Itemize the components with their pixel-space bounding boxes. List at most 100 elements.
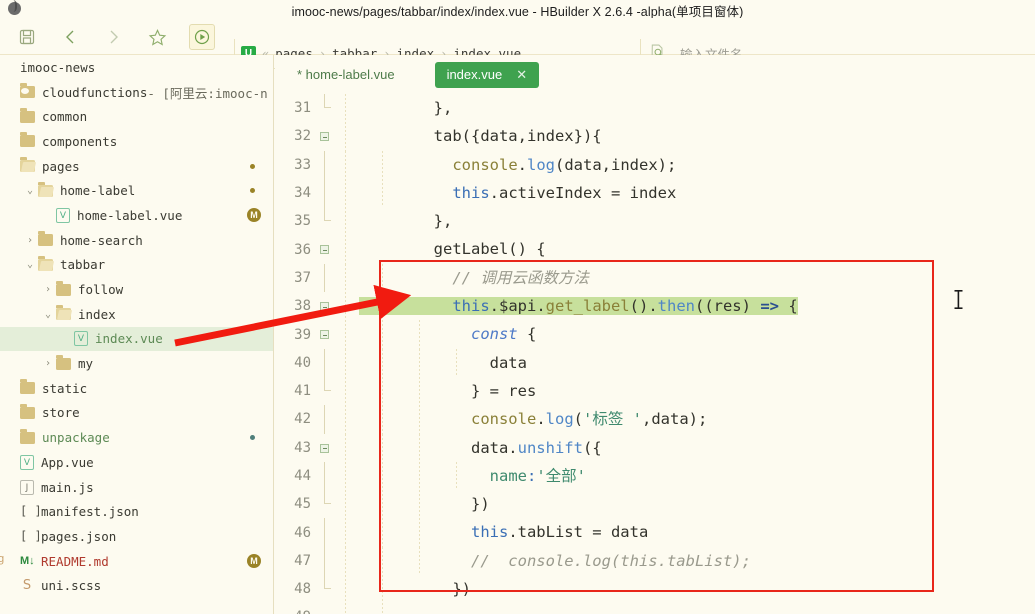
code-text[interactable]: console.log('标签 ',data); (337, 405, 1035, 433)
code-text[interactable]: data (337, 349, 1035, 377)
editor-tab-strip[interactable]: * home-label.vue index.vue ✕ (275, 55, 1035, 94)
hbuilderx-window: imooc-news/pages/tabbar/index/index.vue … (0, 0, 1035, 614)
code-line[interactable]: 35 }, (275, 207, 1035, 236)
chevron-right-icon[interactable]: › (22, 235, 38, 246)
code-text[interactable]: // 调用云函数方法 (337, 264, 1035, 292)
tree-item-home-label-vue[interactable]: Vhome-label.vue M (0, 203, 273, 228)
tab-home-label-vue[interactable]: * home-label.vue (297, 67, 395, 82)
tree-item-follow[interactable]: › follow (0, 277, 273, 302)
code-line[interactable]: 44 name:'全部' (275, 461, 1035, 491)
code-text[interactable]: getLabel() { (337, 235, 1035, 263)
tree-item-store[interactable]: store (0, 401, 273, 426)
code-line[interactable]: 43 data.unshift({ (275, 433, 1035, 462)
run-icon[interactable] (189, 24, 215, 50)
code-text[interactable]: }, (337, 207, 1035, 235)
code-text[interactable]: } = res (337, 377, 1035, 405)
fold-gutter-cell (315, 490, 337, 518)
modified-dot-badge (250, 188, 255, 194)
tree-item-readme-md[interactable]: M↓ README.md Mg (0, 549, 273, 574)
fold-gutter-cell (315, 546, 337, 576)
code-token: }, (359, 99, 453, 117)
tree-item-static[interactable]: static (0, 376, 273, 401)
chevron-down-icon[interactable]: ⌄ (22, 185, 38, 196)
tab-index-vue[interactable]: index.vue ✕ (434, 61, 540, 88)
fold-end-marker (324, 94, 331, 108)
fold-gutter-cell[interactable] (315, 235, 337, 263)
fold-gutter-cell[interactable] (315, 320, 337, 348)
code-line[interactable]: 48 }) (275, 575, 1035, 604)
code-line[interactable]: 31 }, (275, 94, 1035, 123)
forward-icon[interactable] (102, 26, 124, 48)
code-span: }) (359, 495, 490, 513)
code-line[interactable]: 41 } = res (275, 376, 1035, 406)
code-line[interactable]: 37 // 调用云函数方法 (275, 263, 1035, 293)
code-token: (). (629, 297, 658, 316)
code-text[interactable]: }) (337, 575, 1035, 603)
chevron-right-icon[interactable]: › (40, 358, 56, 369)
code-text[interactable]: const { (337, 320, 1035, 348)
fold-collapse-icon[interactable] (320, 330, 329, 340)
code-line[interactable]: 49 (275, 603, 1035, 614)
chevron-down-icon[interactable]: ⌄ (22, 259, 38, 270)
tree-item-index-vue[interactable]: Vindex.vue (0, 326, 273, 352)
code-text[interactable]: }) (337, 490, 1035, 518)
tree-item-uni-scss[interactable]: Suni.scss (0, 573, 273, 598)
star-icon[interactable] (146, 26, 168, 48)
project-tree-sidebar[interactable]: imooc-news cloudfunctions - [阿里云:imooc-n c… (0, 55, 274, 614)
tree-item-pages[interactable]: pages (0, 154, 273, 179)
fold-collapse-icon[interactable] (320, 132, 329, 142)
tree-item-app-vue[interactable]: V App.vue (0, 450, 273, 475)
close-icon[interactable]: ✕ (516, 67, 527, 83)
code-token: data (359, 353, 527, 372)
save-icon[interactable] (16, 26, 38, 48)
code-line[interactable]: 47 // console.log(this.tabList); (275, 546, 1035, 576)
back-icon[interactable] (60, 26, 82, 48)
code-line[interactable]: 46 this.tabList = data (275, 518, 1035, 547)
chevron-down-icon[interactable]: ⌄ (40, 309, 56, 320)
tree-item-components[interactable]: components (0, 129, 273, 154)
code-text[interactable]: this.$api.get_label().then((res) => { (337, 292, 1035, 320)
code-line[interactable]: 34 this.activeIndex = index (275, 178, 1035, 208)
fold-collapse-icon[interactable] (320, 302, 329, 312)
code-text[interactable]: name:'全部' (337, 462, 1035, 490)
code-line[interactable]: 38 this.$api.get_label().then((res) => { (275, 292, 1035, 321)
code-line[interactable]: 45 }) (275, 490, 1035, 519)
code-line[interactable]: 32 tab({data,index}){ (275, 122, 1035, 151)
code-editor[interactable]: 31 }, 32 tab({data,index}){33 console.log… (275, 94, 1035, 614)
tree-item-tabbar[interactable]: ⌄ tabbar (0, 253, 273, 278)
tree-item-index[interactable]: ⌄ index (0, 302, 273, 327)
code-text[interactable]: this.tabList = data (337, 518, 1035, 546)
tree-item-imooc-news[interactable]: imooc-news (0, 55, 273, 80)
tree-item-cloudfunctions[interactable]: cloudfunctions - [阿里云:imooc-n (0, 80, 273, 105)
chevron-right-icon[interactable]: › (40, 284, 56, 295)
line-number: 48 (294, 581, 311, 598)
code-line[interactable]: 42 console.log('标签 ',data); (275, 405, 1035, 434)
code-text[interactable]: tab({data,index}){ (337, 122, 1035, 150)
tree-item-unpackage[interactable]: unpackage (0, 425, 273, 450)
fold-gutter-cell[interactable] (315, 434, 337, 462)
code-line[interactable]: 39 const { (275, 320, 1035, 349)
fold-collapse-icon[interactable] (320, 245, 329, 255)
code-line[interactable]: 40 data (275, 348, 1035, 377)
fold-gutter-cell[interactable] (315, 292, 337, 320)
code-line[interactable]: 36 getLabel() { (275, 235, 1035, 264)
fold-collapse-icon[interactable] (320, 443, 329, 453)
code-text[interactable]: this.activeIndex = index (337, 179, 1035, 207)
tree-item-common[interactable]: common (0, 104, 273, 129)
tree-item-my[interactable]: › my (0, 351, 273, 376)
code-text[interactable]: console.log(data,index); (337, 151, 1035, 179)
code-text[interactable]: data.unshift({ (337, 434, 1035, 462)
code-text[interactable]: // console.log(this.tabList); (337, 547, 1035, 575)
fold-gutter-cell[interactable] (315, 122, 337, 150)
code-token: . (536, 410, 546, 429)
code-line[interactable]: 33 console.log(data,index); (275, 150, 1035, 179)
tree-item-manifest-json[interactable]: [ ] manifest.json (0, 499, 273, 524)
tree-item-home-search[interactable]: › home-search (0, 228, 273, 253)
tree-item-main-js[interactable]: Jmain.js (0, 475, 273, 500)
fold-gutter-cell (315, 575, 337, 603)
tree-item-home-label[interactable]: ⌄ home-label (0, 178, 273, 203)
tree-item-pages-json[interactable]: [ ] pages.json (0, 524, 273, 549)
title-bar: imooc-news/pages/tabbar/index/index.vue … (0, 0, 1035, 19)
fold-guide-line (324, 546, 325, 576)
code-text[interactable]: }, (337, 94, 1035, 122)
